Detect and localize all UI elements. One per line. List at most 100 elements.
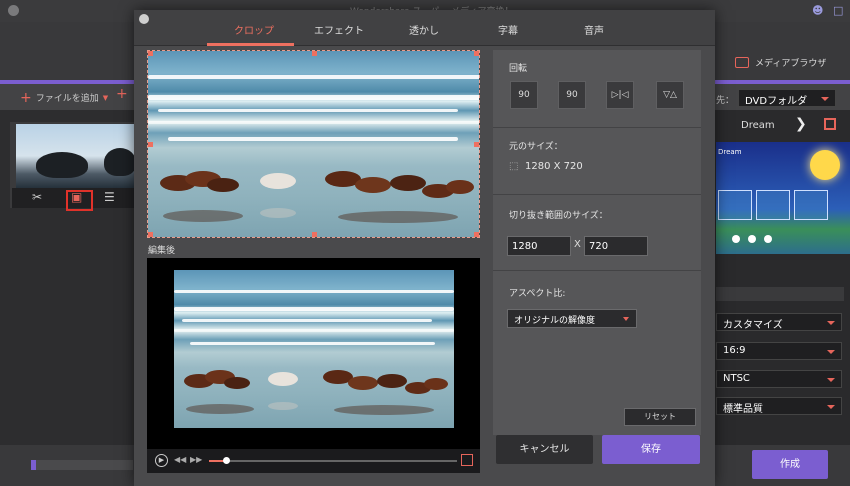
gift-icon[interactable]: □ (833, 4, 843, 17)
tab-crop[interactable]: クロップ (234, 22, 274, 37)
crop-handle[interactable] (312, 232, 317, 237)
account-icon[interactable]: ☻ (812, 4, 823, 17)
aspect-title: アスペクト比: (509, 289, 566, 299)
horse-herd (160, 171, 474, 198)
settings-select-quality[interactable]: 標準品質 (716, 397, 842, 415)
wave-line (158, 109, 458, 112)
crop-size-title: 切り抜き範囲のサイズ： (509, 211, 608, 221)
crop-highlight-box (66, 190, 93, 211)
next-template-chevron-icon[interactable]: ❯ (795, 116, 807, 132)
horse-reflections (163, 208, 458, 223)
crop-size-separator: X (574, 239, 581, 250)
tab-effect[interactable]: エフェクト (314, 22, 364, 37)
seal-shape (36, 152, 88, 178)
create-button[interactable]: 作成 (752, 450, 828, 479)
output-label: 先： (716, 96, 735, 106)
horse (377, 374, 407, 388)
seek-track[interactable] (209, 460, 457, 462)
reset-button[interactable]: リセット (624, 408, 696, 426)
save-button[interactable]: 保存 (602, 435, 700, 464)
active-tab-underline (207, 43, 294, 46)
select-caret-icon (827, 405, 835, 409)
horse-reflections (186, 402, 434, 415)
tab-audio[interactable]: 音声 (584, 22, 604, 37)
wave-line (190, 342, 435, 345)
horse (224, 377, 250, 389)
crop-handle[interactable] (312, 51, 317, 56)
beach-horses-image (174, 270, 454, 428)
adjust-sliders-icon[interactable]: ☰ (104, 190, 115, 204)
flip-vertical-icon[interactable]: ▽△ (656, 81, 684, 109)
fullscreen-icon[interactable] (461, 454, 473, 466)
scene-svg (174, 290, 454, 415)
crop-source-preview[interactable] (147, 50, 480, 238)
wave-line (174, 290, 454, 293)
playback-bar: ▶ ◀◀ ▶▶ (147, 449, 480, 473)
crop-handle[interactable] (148, 142, 153, 147)
crop-width-input[interactable] (507, 236, 571, 256)
window-close-dot[interactable] (8, 5, 19, 16)
next-frame-icon[interactable]: ▶▶ (190, 455, 202, 464)
preview-nav-dot (748, 235, 756, 243)
horse (260, 173, 296, 189)
horse (207, 178, 239, 192)
settings-select-custom[interactable]: カスタマイズ (716, 313, 842, 331)
preview-chapter-box (756, 190, 790, 220)
dialog-close-dot[interactable] (139, 14, 149, 24)
plus-icon: + (20, 89, 32, 106)
preview-nav-dot (764, 235, 772, 243)
crop-handle[interactable] (474, 142, 479, 147)
select-caret-icon (623, 317, 629, 321)
settings-select-tv-standard[interactable]: NTSC (716, 370, 842, 388)
crop-height-input[interactable] (584, 236, 648, 256)
settings-select-aspect[interactable]: 16:9 (716, 342, 842, 360)
dialog-tabbar: クロップ エフェクト 透かし 字幕 音声 (134, 10, 715, 46)
horse (390, 175, 426, 191)
preview-chapter-box (794, 190, 828, 220)
previous-frame-icon[interactable]: ◀◀ (174, 455, 186, 464)
output-format-select[interactable]: DVDフォルダ (738, 89, 836, 107)
select-caret-icon (827, 350, 835, 354)
file-thumbnail[interactable] (16, 124, 136, 188)
settings-value: カスタマイズ (723, 320, 783, 331)
output-format-value: DVDフォルダ (745, 96, 808, 107)
crop-settings-panel: 回転 90 90 ▷|◁ ▽△ 元のサイズ： ⬚ 1280 X 720 切り抜き… (493, 50, 701, 435)
crop-handle[interactable] (148, 51, 153, 56)
edit-template-icon[interactable] (824, 118, 836, 130)
horse (268, 372, 298, 386)
select-caret-icon (827, 378, 835, 382)
add-file-button[interactable]: + ファイルを追加 ▼ (20, 89, 109, 106)
wave-line (148, 121, 479, 124)
aspect-ratio-select[interactable]: オリジナルの解像度 (507, 309, 637, 328)
trim-scissors-icon[interactable]: ✂ (32, 190, 42, 204)
seek-handle[interactable] (223, 457, 231, 464)
wave-line (168, 137, 458, 141)
select-caret-icon (827, 321, 835, 325)
crop-handle[interactable] (474, 232, 479, 237)
rotate-left-90-icon[interactable]: 90 (510, 81, 538, 109)
preview-nav-dot (732, 235, 740, 243)
tab-subtitle[interactable]: 字幕 (498, 22, 518, 37)
aspect-ratio-value: オリジナルの解像度 (514, 316, 596, 326)
flip-horizontal-icon[interactable]: ▷|◁ (606, 81, 634, 109)
settings-header (716, 287, 844, 301)
folder-icon (735, 57, 749, 68)
scene-svg (148, 75, 479, 223)
cancel-button[interactable]: キャンセル (496, 435, 593, 464)
tab-watermark[interactable]: 透かし (409, 22, 439, 37)
horse-herd (184, 370, 448, 394)
wave-line (174, 307, 454, 311)
add-plus-icon[interactable]: + (116, 87, 128, 101)
crop-handle[interactable] (148, 232, 153, 237)
moon-shape (810, 150, 840, 180)
original-size-value: 1280 X 720 (525, 161, 583, 172)
beach-horses-image (148, 51, 479, 237)
dropdown-caret-icon: ▼ (102, 93, 109, 102)
play-icon[interactable]: ▶ (155, 454, 168, 467)
crop-handle[interactable] (474, 51, 479, 56)
wave-line (148, 75, 479, 79)
rotate-right-90-icon[interactable]: 90 (558, 81, 586, 109)
seal-shape (104, 148, 136, 176)
output-preview-image (174, 270, 454, 428)
media-browser-button[interactable]: メディアブラウザ (735, 56, 826, 69)
